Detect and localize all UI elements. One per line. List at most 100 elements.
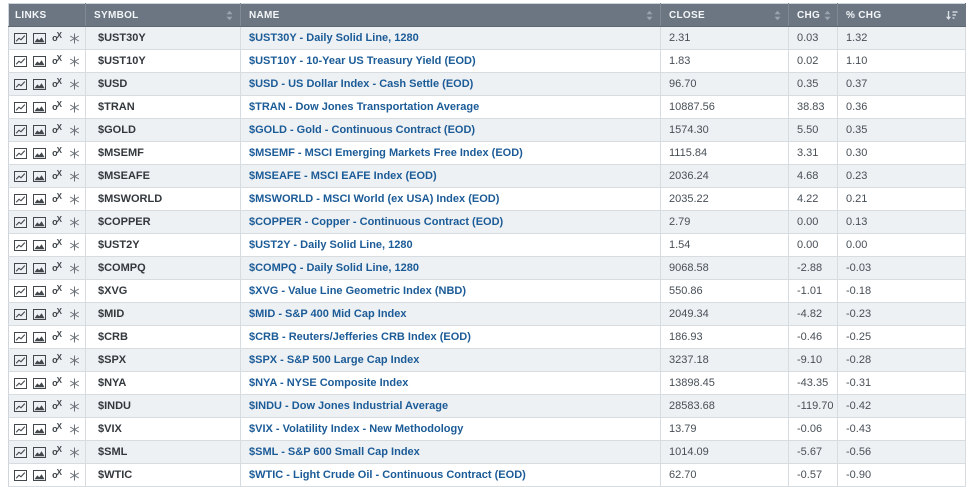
sort-toggle-icon[interactable] bbox=[646, 10, 653, 21]
sharpchart-icon[interactable] bbox=[14, 285, 27, 297]
sharpchart-icon[interactable] bbox=[14, 101, 27, 113]
seasonality-icon[interactable] bbox=[69, 332, 80, 343]
sharpchart-icon[interactable] bbox=[14, 446, 27, 458]
point-and-figure-icon[interactable]: oX bbox=[52, 238, 63, 249]
seasonality-icon[interactable] bbox=[69, 102, 80, 113]
seasonality-icon[interactable] bbox=[69, 217, 80, 228]
point-and-figure-icon[interactable]: oX bbox=[52, 146, 63, 157]
seasonality-icon[interactable] bbox=[69, 447, 80, 458]
seasonality-icon[interactable] bbox=[69, 355, 80, 366]
chart-name-link[interactable]: $INDU - Dow Jones Industrial Average bbox=[249, 400, 448, 412]
sort-toggle-icon[interactable] bbox=[774, 10, 781, 21]
sharpchart-icon[interactable] bbox=[14, 193, 27, 205]
column-header-symbol[interactable]: SYMBOL bbox=[85, 3, 241, 27]
gallery-chart-icon[interactable] bbox=[33, 147, 47, 159]
point-and-figure-icon[interactable]: oX bbox=[52, 192, 63, 203]
point-and-figure-icon[interactable]: oX bbox=[52, 468, 63, 479]
sharpchart-icon[interactable] bbox=[14, 147, 27, 159]
chart-name-link[interactable]: $CRB - Reuters/Jefferies CRB Index (EOD) bbox=[249, 331, 471, 343]
gallery-chart-icon[interactable] bbox=[33, 331, 47, 343]
sharpchart-icon[interactable] bbox=[14, 469, 27, 481]
sharpchart-icon[interactable] bbox=[14, 216, 27, 228]
chart-name-link[interactable]: $COPPER - Copper - Continuous Contract (… bbox=[249, 216, 503, 228]
chart-name-link[interactable]: $WTIC - Light Crude Oil - Continuous Con… bbox=[249, 469, 526, 481]
sharpchart-icon[interactable] bbox=[14, 423, 27, 435]
sharpchart-icon[interactable] bbox=[14, 354, 27, 366]
point-and-figure-icon[interactable]: oX bbox=[52, 261, 63, 272]
gallery-chart-icon[interactable] bbox=[33, 101, 47, 113]
chart-name-link[interactable]: $MID - S&P 400 Mid Cap Index bbox=[249, 308, 407, 320]
gallery-chart-icon[interactable] bbox=[33, 262, 47, 274]
seasonality-icon[interactable] bbox=[69, 378, 80, 389]
seasonality-icon[interactable] bbox=[69, 470, 80, 481]
point-and-figure-icon[interactable]: oX bbox=[52, 54, 63, 65]
point-and-figure-icon[interactable]: oX bbox=[52, 100, 63, 111]
gallery-chart-icon[interactable] bbox=[33, 308, 47, 320]
sharpchart-icon[interactable] bbox=[14, 55, 27, 67]
point-and-figure-icon[interactable]: oX bbox=[52, 31, 63, 42]
sharpchart-icon[interactable] bbox=[14, 331, 27, 343]
chart-name-link[interactable]: $COMPQ - Daily Solid Line, 1280 bbox=[249, 262, 419, 274]
seasonality-icon[interactable] bbox=[69, 286, 80, 297]
sharpchart-icon[interactable] bbox=[14, 400, 27, 412]
gallery-chart-icon[interactable] bbox=[33, 400, 47, 412]
seasonality-icon[interactable] bbox=[69, 171, 80, 182]
point-and-figure-icon[interactable]: oX bbox=[52, 215, 63, 226]
chart-name-link[interactable]: $SPX - S&P 500 Large Cap Index bbox=[249, 354, 419, 366]
point-and-figure-icon[interactable]: oX bbox=[52, 353, 63, 364]
gallery-chart-icon[interactable] bbox=[33, 446, 47, 458]
point-and-figure-icon[interactable]: oX bbox=[52, 376, 63, 387]
chart-name-link[interactable]: $MSWORLD - MSCI World (ex USA) Index (EO… bbox=[249, 193, 499, 205]
point-and-figure-icon[interactable]: oX bbox=[52, 169, 63, 180]
point-and-figure-icon[interactable]: oX bbox=[52, 77, 63, 88]
chart-name-link[interactable]: $MSEAFE - MSCI EAFE Index (EOD) bbox=[249, 170, 437, 182]
sharpchart-icon[interactable] bbox=[14, 308, 27, 320]
chart-name-link[interactable]: $UST30Y - Daily Solid Line, 1280 bbox=[249, 32, 419, 44]
chart-name-link[interactable]: $SML - S&P 600 Small Cap Index bbox=[249, 446, 420, 458]
column-header-close[interactable]: CLOSE bbox=[660, 3, 789, 27]
chart-name-link[interactable]: $VIX - Volatility Index - New Methodolog… bbox=[249, 423, 463, 435]
point-and-figure-icon[interactable]: oX bbox=[52, 307, 63, 318]
seasonality-icon[interactable] bbox=[69, 401, 80, 412]
sharpchart-icon[interactable] bbox=[14, 262, 27, 274]
seasonality-icon[interactable] bbox=[69, 148, 80, 159]
gallery-chart-icon[interactable] bbox=[33, 285, 47, 297]
seasonality-icon[interactable] bbox=[69, 424, 80, 435]
seasonality-icon[interactable] bbox=[69, 309, 80, 320]
point-and-figure-icon[interactable]: oX bbox=[52, 123, 63, 134]
point-and-figure-icon[interactable]: oX bbox=[52, 399, 63, 410]
sharpchart-icon[interactable] bbox=[14, 78, 27, 90]
chart-name-link[interactable]: $UST2Y - Daily Solid Line, 1280 bbox=[249, 239, 413, 251]
chart-name-link[interactable]: $USD - US Dollar Index - Cash Settle (EO… bbox=[249, 78, 473, 90]
seasonality-icon[interactable] bbox=[69, 194, 80, 205]
point-and-figure-icon[interactable]: oX bbox=[52, 284, 63, 295]
sharpchart-icon[interactable] bbox=[14, 124, 27, 136]
chart-name-link[interactable]: $TRAN - Dow Jones Transportation Average bbox=[249, 101, 479, 113]
column-header-name[interactable]: NAME bbox=[240, 3, 661, 27]
sharpchart-icon[interactable] bbox=[14, 32, 27, 44]
gallery-chart-icon[interactable] bbox=[33, 124, 47, 136]
gallery-chart-icon[interactable] bbox=[33, 55, 47, 67]
chart-name-link[interactable]: $NYA - NYSE Composite Index bbox=[249, 377, 408, 389]
seasonality-icon[interactable] bbox=[69, 125, 80, 136]
sharpchart-icon[interactable] bbox=[14, 170, 27, 182]
column-header-chg[interactable]: CHG bbox=[788, 3, 838, 27]
chart-name-link[interactable]: $XVG - Value Line Geometric Index (NBD) bbox=[249, 285, 466, 297]
gallery-chart-icon[interactable] bbox=[33, 216, 47, 228]
seasonality-icon[interactable] bbox=[69, 240, 80, 251]
sort-toggle-icon[interactable] bbox=[824, 10, 831, 21]
gallery-chart-icon[interactable] bbox=[33, 193, 47, 205]
chart-name-link[interactable]: $GOLD - Gold - Continuous Contract (EOD) bbox=[249, 124, 475, 136]
point-and-figure-icon[interactable]: oX bbox=[52, 330, 63, 341]
point-and-figure-icon[interactable]: oX bbox=[52, 445, 63, 456]
gallery-chart-icon[interactable] bbox=[33, 239, 47, 251]
sort-descending-icon[interactable] bbox=[945, 10, 958, 21]
point-and-figure-icon[interactable]: oX bbox=[52, 422, 63, 433]
gallery-chart-icon[interactable] bbox=[33, 170, 47, 182]
sharpchart-icon[interactable] bbox=[14, 377, 27, 389]
sharpchart-icon[interactable] bbox=[14, 239, 27, 251]
column-header-pct-chg[interactable]: % CHG bbox=[837, 3, 966, 27]
gallery-chart-icon[interactable] bbox=[33, 377, 47, 389]
gallery-chart-icon[interactable] bbox=[33, 32, 47, 44]
chart-name-link[interactable]: $MSEMF - MSCI Emerging Markets Free Inde… bbox=[249, 147, 523, 159]
